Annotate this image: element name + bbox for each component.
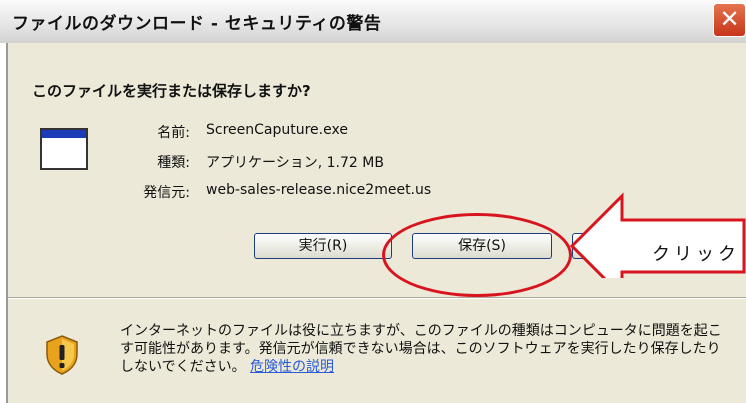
callout-text: クリック <box>652 244 740 265</box>
name-value: ScreenCaputure.exe <box>206 122 348 138</box>
security-warning-message: インターネットのファイルは役に立ちますが、このファイルの種類はコンピュータに問題… <box>120 322 730 376</box>
publisher-label: 発信元: <box>143 185 190 201</box>
shield-warning-icon <box>46 335 78 375</box>
run-button[interactable]: 実行(R) <box>254 233 392 259</box>
warning-text: インターネットのファイルは役に立ちますが、このファイルの種類はコンピュータに問題… <box>120 323 722 375</box>
separator-highlight <box>8 298 746 299</box>
risk-explanation-link[interactable]: 危険性の説明 <box>250 359 334 375</box>
dialog-question: このファイルを実行または保存しますか? <box>32 82 311 100</box>
type-value: アプリケーション, 1.72 MB <box>206 155 384 171</box>
publisher-value: web-sales-release.nice2meet.us <box>206 182 432 198</box>
name-label: 名前: <box>157 125 190 141</box>
download-dialog-window: ファイルのダウンロード - セキュリティの警告 ✕ このファイルを実行または保存… <box>0 0 746 403</box>
window-title: ファイルのダウンロード - セキュリティの警告 <box>12 14 382 34</box>
type-label: 種類: <box>157 155 190 171</box>
highlight-ellipse <box>382 213 572 297</box>
application-window-icon <box>40 128 88 170</box>
close-button[interactable]: ✕ <box>713 3 746 37</box>
title-bar: ファイルのダウンロード - セキュリティの警告 ✕ <box>0 0 746 44</box>
icon-title-bar <box>42 130 86 138</box>
